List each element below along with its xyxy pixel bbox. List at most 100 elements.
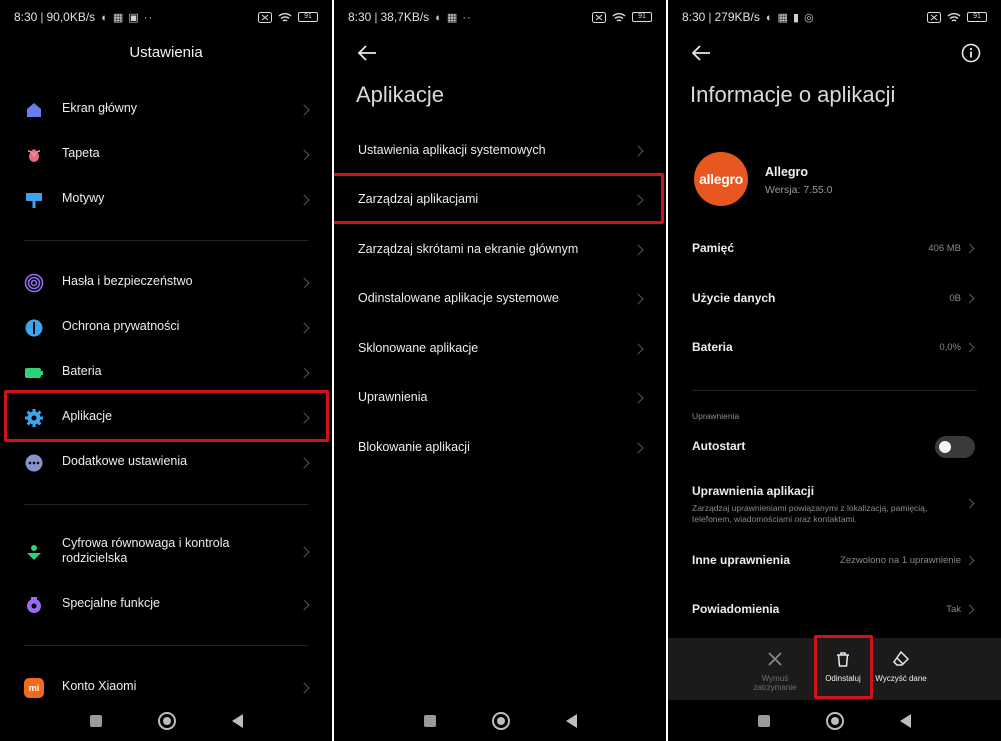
back-arrow-icon[interactable]	[690, 42, 712, 64]
permissions-description: Zarządzaj uprawnieniami powiązanymi z lo…	[692, 503, 928, 524]
apps-item-app-lock[interactable]: Blokowanie aplikacji	[334, 425, 666, 471]
item-label: Cyfrowa równowaga i kontrola rodzicielsk…	[62, 536, 230, 565]
divider	[24, 645, 308, 646]
recents-icon[interactable]	[89, 715, 102, 727]
settings-item-themes[interactable]: Motywy	[0, 178, 332, 222]
apps-item-cloned-apps[interactable]: Sklonowane aplikacje	[334, 326, 666, 372]
row-value: 0B	[949, 293, 961, 304]
battery-row[interactable]: Bateria 0,0%	[668, 328, 1001, 368]
chevron-right-icon	[632, 293, 644, 305]
status-bar: 8:30 | 38,7KB/s ◐ ▦ ·· 91	[334, 0, 666, 34]
row-value: Tak	[946, 604, 961, 615]
status-right: 91	[927, 11, 987, 23]
row-value: Zezwolono na 1 uprawnienie	[840, 555, 961, 566]
row-label: Autostart	[692, 439, 746, 453]
status-time: 8:30	[682, 10, 706, 24]
notifications-row[interactable]: Powiadomienia Tak	[668, 590, 1001, 630]
battery-indicator: 91	[967, 12, 987, 22]
home-button-icon[interactable]	[491, 712, 510, 730]
chevron-right-icon	[298, 194, 310, 206]
apps-item-manage-shortcuts[interactable]: Zarządzaj skrótami na ekranie głównym	[334, 227, 666, 273]
trash-icon	[837, 652, 849, 667]
page-title: Aplikacje	[356, 82, 445, 107]
home-icon	[27, 103, 41, 117]
force-stop-button[interactable]: Wymuś zatrzymanie	[740, 650, 810, 692]
data-usage-row[interactable]: Użycie danych 0B	[668, 279, 1001, 319]
info-icon[interactable]	[961, 43, 981, 63]
nav-bar	[0, 701, 332, 741]
settings-item-privacy[interactable]: Ochrona prywatności	[0, 306, 332, 350]
chevron-right-icon	[632, 392, 644, 404]
apps-item-permissions[interactable]: Uprawnienia	[334, 375, 666, 421]
action-label: Odinstaluj	[825, 674, 861, 683]
item-label: Uprawnienia	[358, 390, 428, 404]
eraser-icon	[893, 650, 910, 666]
settings-item-apps[interactable]: Aplikacje	[0, 396, 332, 440]
settings-item-battery[interactable]: Bateria	[0, 351, 332, 395]
item-label: Sklonowane aplikacje	[358, 341, 479, 355]
chevron-right-icon	[632, 145, 644, 157]
recents-icon[interactable]	[758, 715, 770, 727]
action-label: Wymuś zatrzymanie	[753, 674, 797, 692]
apps-item-system-app-settings[interactable]: Ustawienia aplikacji systemowych	[334, 128, 666, 174]
status-icons: ◐ ▦ ··	[435, 11, 472, 24]
status-speed: 38,7KB/s	[380, 10, 430, 24]
action-bar: Wymuś zatrzymanie Odinstaluj Wyczyść dan…	[668, 638, 1001, 700]
apps-item-manage-apps[interactable]: Zarządzaj aplikacjami	[334, 177, 666, 223]
item-label: Hasła i bezpieczeństwo	[62, 274, 193, 288]
status-time: 8:30	[14, 10, 38, 24]
recents-icon[interactable]	[423, 715, 436, 727]
chevron-right-icon	[632, 194, 644, 206]
settings-item-digital-wellbeing[interactable]: Cyfrowa równowaga i kontrola rodzicielsk…	[0, 530, 332, 574]
divider	[24, 240, 308, 241]
row-value: 0,0%	[939, 342, 961, 353]
item-label: Specjalne funkcje	[62, 596, 160, 610]
apps-item-uninstalled-system-apps[interactable]: Odinstalowane aplikacje systemowe	[334, 276, 666, 322]
battery-icon	[25, 368, 43, 378]
chevron-right-icon	[964, 604, 975, 615]
chevron-right-icon	[298, 322, 310, 334]
back-triangle-icon[interactable]	[565, 714, 577, 728]
chevron-right-icon	[632, 343, 644, 355]
row-label: Użycie danych	[692, 291, 776, 305]
settings-item-wallpaper[interactable]: Tapeta	[0, 133, 332, 177]
apps-screen: 8:30 | 38,7KB/s ◐ ▦ ·· 91 Aplikacje Usta…	[334, 0, 666, 741]
settings-item-additional[interactable]: Dodatkowe ustawienia	[0, 441, 332, 485]
item-label: Odinstalowane aplikacje systemowe	[358, 291, 559, 305]
sim-icon	[927, 11, 941, 23]
nav-bar	[334, 701, 666, 741]
settings-item-home-screen[interactable]: Ekran główny	[0, 88, 332, 132]
flower-icon	[27, 149, 41, 162]
row-label: Uprawnienia aplikacji	[692, 484, 815, 498]
item-label: Ochrona prywatności	[62, 319, 180, 333]
chevron-right-icon	[298, 682, 310, 694]
chevron-right-icon	[298, 104, 310, 116]
row-label: Powiadomienia	[692, 602, 780, 616]
other-permissions-row[interactable]: Inne uprawnienia Zezwolono na 1 uprawnie…	[668, 541, 1001, 581]
back-triangle-icon[interactable]	[900, 714, 911, 728]
item-label: Ustawienia aplikacji systemowych	[358, 143, 546, 157]
mi-icon: mi	[24, 678, 44, 698]
settings-item-special-features[interactable]: Specjalne funkcje	[0, 583, 332, 627]
status-separator: |	[40, 10, 44, 24]
battery-indicator: 91	[298, 12, 318, 22]
clear-data-button[interactable]: Wyczyść dane	[866, 650, 936, 683]
status-speed: 90,0KB/s	[46, 10, 96, 24]
chevron-right-icon	[298, 149, 310, 161]
back-arrow-icon[interactable]	[356, 42, 378, 64]
battery-indicator: 91	[632, 12, 652, 22]
item-label: Ekran główny	[62, 101, 138, 115]
back-triangle-icon[interactable]	[231, 714, 243, 728]
fingerprint-icon	[24, 273, 44, 293]
autostart-toggle[interactable]	[935, 436, 975, 458]
row-label: Pamięć	[692, 241, 735, 255]
page-title: Informacje o aplikacji	[690, 82, 896, 107]
home-button-icon[interactable]	[826, 712, 844, 730]
more-icon	[25, 454, 43, 472]
chevron-right-icon	[298, 599, 310, 611]
storage-row[interactable]: Pamięć 406 MB	[668, 229, 1001, 269]
wellbeing-icon	[27, 545, 41, 560]
home-button-icon[interactable]	[157, 712, 176, 730]
page-title: Ustawienia	[129, 44, 203, 61]
settings-item-passwords-security[interactable]: Hasła i bezpieczeństwo	[0, 261, 332, 305]
